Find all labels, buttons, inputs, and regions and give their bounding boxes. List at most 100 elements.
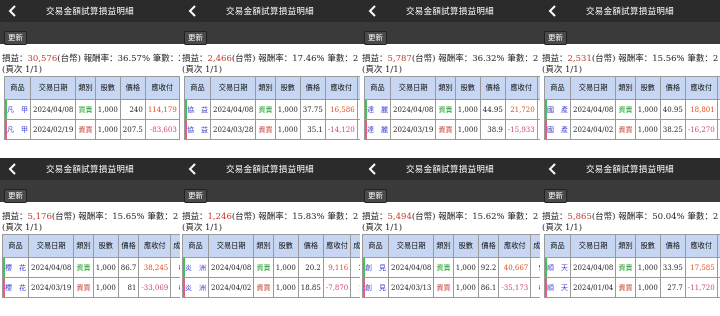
column-header[interactable]: 價格	[659, 76, 686, 100]
column-header[interactable]: 類別	[433, 234, 454, 258]
table-row[interactable]: 協 益2024/04/08資賣1,00037.7516,58637	[184, 99, 360, 120]
table-row[interactable]: 櫻 花2024/03/19資買1,00081-33,06981	[2, 277, 180, 298]
table-row[interactable]: 國 產2024/04/02資買1,00038.25-16,27038	[544, 119, 720, 140]
refresh-button[interactable]: 更新	[364, 189, 387, 203]
column-header[interactable]: 價格	[299, 76, 326, 100]
column-header[interactable]: 類別	[73, 234, 94, 258]
column-header[interactable]: 商品	[184, 76, 211, 100]
column-header[interactable]: 類別	[253, 234, 274, 258]
table-row[interactable]: 達 麗2024/03/19資買1,00038.9-15,93338	[364, 119, 540, 140]
column-header[interactable]: 交易日期	[569, 234, 617, 258]
trade-value-cell: 18	[350, 277, 360, 298]
column-header[interactable]: 價格	[297, 234, 324, 258]
column-header[interactable]: 交易日期	[27, 234, 75, 258]
column-header[interactable]: 股數	[274, 76, 301, 100]
date-cell: 2024/04/08	[387, 257, 435, 278]
table-row[interactable]: 順 天2024/04/08資賣1,00033.9517,58533	[544, 257, 720, 278]
refresh-button[interactable]: 更新	[4, 189, 27, 203]
date-cell: 2024/03/19	[389, 119, 437, 140]
date-cell: 2024/04/08	[29, 99, 77, 120]
column-header[interactable]: 類別	[435, 76, 456, 100]
column-header[interactable]: 成交	[350, 234, 360, 258]
pager-text: (頁次 1/1)	[542, 223, 583, 233]
symbol-cell: 順 天	[544, 257, 571, 278]
column-header[interactable]: 交易日期	[387, 234, 435, 258]
toolbar: 更新	[0, 22, 180, 45]
column-header[interactable]: 應收付	[684, 234, 718, 258]
column-header[interactable]: 價格	[119, 76, 146, 100]
table-row[interactable]: 順 天2024/01/04資買1,00027.7-11,72027	[544, 277, 720, 298]
table-row[interactable]: 創 見2024/03/13資買1,00086.1-35,17386	[362, 277, 540, 298]
table-row[interactable]: 協 益2024/03/28資買1,00035.1-14,12035	[184, 119, 360, 140]
refresh-button[interactable]: 更新	[544, 31, 567, 45]
column-header[interactable]: 交易日期	[207, 234, 255, 258]
table-row[interactable]: 櫻 花2024/04/08資賣1,00086.738,24586	[2, 257, 180, 278]
table-row[interactable]: 炎 洲2024/04/02資買1,00018.85-7,87018	[182, 277, 360, 298]
column-header[interactable]: 應收付	[504, 76, 538, 100]
shares-cell: 1,000	[452, 257, 479, 278]
pager-text: (頁次 1/1)	[362, 65, 403, 75]
column-header[interactable]: 類別	[75, 76, 96, 100]
count-label: 筆數：	[147, 212, 173, 222]
column-header[interactable]: 應收付	[684, 76, 718, 100]
shares-cell: 1,000	[94, 99, 121, 120]
column-header[interactable]: 股數	[272, 234, 299, 258]
table-row[interactable]: 凡 甲2024/02/19資買1,000207.5-83,60320	[4, 119, 180, 140]
column-header[interactable]: 交易日期	[389, 76, 437, 100]
column-header[interactable]: 價格	[659, 234, 686, 258]
column-header[interactable]: 類別	[255, 76, 276, 100]
currency-label: (台幣)	[231, 54, 256, 64]
return-rate-label: 報酬率：	[438, 54, 473, 64]
table-row[interactable]: 創 見2024/04/08資賣1,00092.240,66792	[362, 257, 540, 278]
count-label: 筆數：	[152, 54, 179, 64]
column-header[interactable]: 商品	[544, 234, 571, 258]
column-header[interactable]: 股數	[92, 234, 119, 258]
table-row[interactable]: 凡 甲 2024/04/08 買賣 1,000 240 114,179	[4, 99, 180, 120]
column-header[interactable]: 商品	[364, 76, 391, 100]
toolbar: 更新	[540, 180, 720, 203]
column-header[interactable]: 價格	[477, 234, 500, 258]
count-value: 2	[172, 212, 179, 222]
column-header[interactable]: 商品	[4, 76, 31, 100]
amount-cell: 17,585	[684, 257, 718, 278]
column-header[interactable]: 成交	[170, 234, 180, 258]
refresh-button[interactable]: 更新	[184, 189, 207, 203]
symbol-cell: 凡 甲	[4, 99, 31, 120]
amount-cell: -15,933	[504, 119, 538, 140]
refresh-button[interactable]: 更新	[184, 31, 207, 45]
symbol-cell: 炎 洲	[182, 277, 209, 298]
refresh-button[interactable]: 更新	[544, 189, 567, 203]
column-header[interactable]: 交易日期	[569, 76, 617, 100]
return-rate-value: 50.04%	[652, 212, 685, 222]
column-header[interactable]: 價格	[117, 234, 140, 258]
type-cell: 資買	[615, 277, 636, 298]
column-header[interactable]: 交易日期	[209, 76, 257, 100]
table-row[interactable]: 國 產2024/04/08資賣1,00040.9518,80140	[544, 99, 720, 120]
shares-cell: 1,000	[634, 99, 661, 120]
column-header[interactable]: 類別	[615, 234, 636, 258]
column-header[interactable]: 股數	[634, 234, 661, 258]
column-header[interactable]: 應收付	[144, 76, 180, 100]
column-header[interactable]: 商品	[362, 234, 389, 258]
column-header[interactable]: 商品	[2, 234, 29, 258]
column-header[interactable]: 股數	[452, 234, 479, 258]
column-header[interactable]: 股數	[634, 76, 661, 100]
column-header[interactable]: 應收付	[138, 234, 172, 258]
column-header[interactable]: 成交	[530, 234, 540, 258]
column-header[interactable]: 應收付	[498, 234, 532, 258]
column-header[interactable]: 商品	[182, 234, 209, 258]
column-header[interactable]: 價格	[479, 76, 506, 100]
column-header[interactable]: 交易日期	[29, 76, 77, 100]
table-row[interactable]: 炎 洲2024/04/08資賣1,00020.29,11620	[182, 257, 360, 278]
column-header[interactable]: 應收付	[322, 234, 352, 258]
column-header[interactable]: 應收付	[324, 76, 358, 100]
refresh-button[interactable]: 更新	[364, 31, 387, 45]
table-row[interactable]: 達 麗2024/04/08資賣1,00044.9521,72044	[364, 99, 540, 120]
column-header[interactable]: 商品	[544, 76, 571, 100]
column-header[interactable]: 類別	[615, 76, 636, 100]
column-header[interactable]: 股數	[454, 76, 481, 100]
date-cell: 2024/04/02	[569, 119, 617, 140]
refresh-button[interactable]: 更新	[4, 31, 27, 45]
shares-cell: 1,000	[634, 257, 661, 278]
column-header[interactable]: 股數	[94, 76, 121, 100]
